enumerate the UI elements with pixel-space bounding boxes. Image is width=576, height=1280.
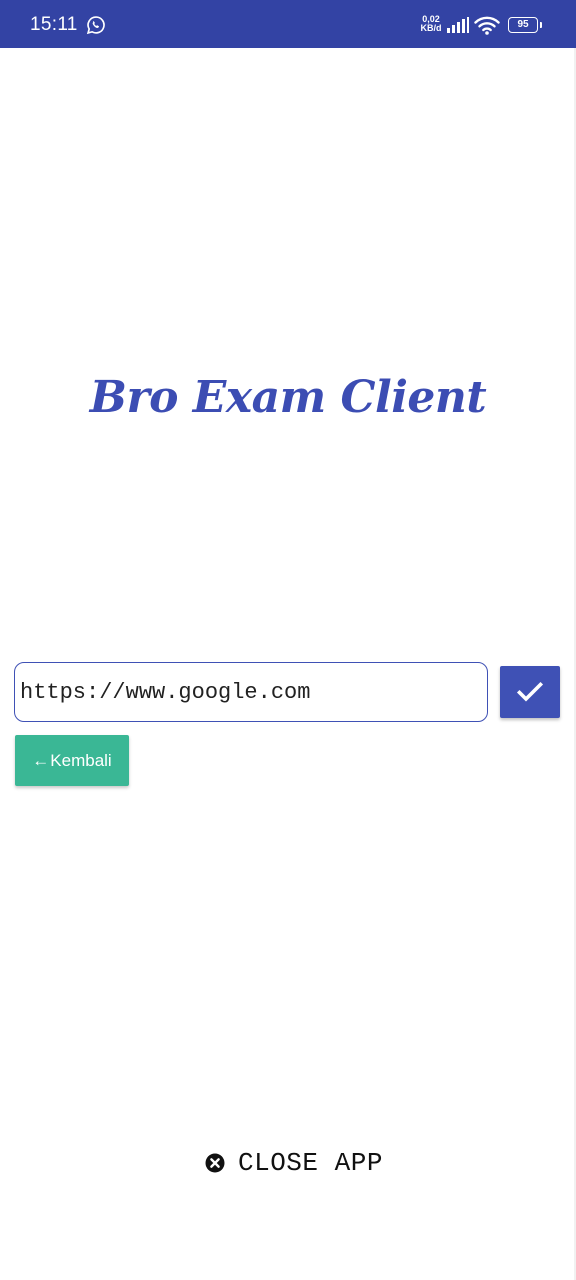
battery-level: 95 — [517, 19, 529, 30]
close-app-button[interactable]: CLOSE APP — [205, 1146, 383, 1180]
status-bar: 15:11 0,02 KB/d 95 — [0, 0, 576, 48]
app-title: Bro Exam Client — [89, 372, 487, 423]
signal-icon — [447, 17, 469, 33]
check-icon — [516, 681, 544, 702]
close-app-label: CLOSE APP — [238, 1148, 383, 1178]
url-input[interactable] — [14, 662, 488, 722]
status-time: 15:11 — [30, 14, 78, 35]
battery-icon: 95 — [508, 17, 542, 33]
whatsapp-icon — [86, 16, 105, 35]
network-speed: 0,02 KB/d — [418, 15, 444, 33]
back-arrow-icon: ← — [32, 751, 50, 770]
back-button-label: Kembali — [50, 751, 112, 770]
network-speed-unit: KB/d — [420, 23, 442, 33]
close-circle-icon — [205, 1153, 225, 1173]
back-button[interactable]: ←Kembali — [15, 735, 129, 786]
wifi-icon — [474, 16, 500, 35]
confirm-url-button[interactable] — [500, 666, 560, 718]
